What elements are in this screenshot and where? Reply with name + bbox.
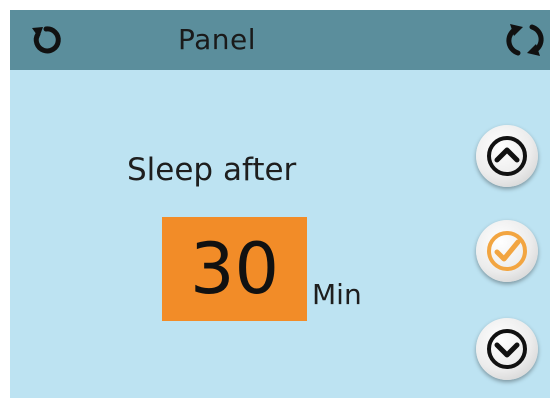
- rotate-arrows-icon: [506, 24, 544, 56]
- back-button[interactable]: [24, 18, 68, 62]
- page-title: Panel: [178, 23, 257, 56]
- unit-label: Min: [312, 278, 362, 311]
- sleep-after-label: Sleep after: [127, 152, 297, 188]
- decrease-button[interactable]: [476, 318, 538, 380]
- chevron-up-icon: [487, 136, 527, 176]
- check-icon: [487, 231, 527, 271]
- rotate-button[interactable]: [500, 18, 550, 62]
- sleep-value-field[interactable]: 30: [162, 217, 307, 321]
- sleep-value: 30: [189, 228, 280, 310]
- bottom-border: [0, 398, 550, 415]
- top-border: [0, 0, 550, 10]
- header-bar: Panel: [10, 10, 550, 70]
- panel-screen: Panel Sleep after 30 Min: [0, 0, 550, 415]
- increase-button[interactable]: [476, 125, 538, 187]
- confirm-button[interactable]: [476, 220, 538, 282]
- chevron-down-icon: [487, 329, 527, 369]
- circular-back-arrow-icon: [32, 26, 61, 54]
- left-border: [0, 0, 10, 415]
